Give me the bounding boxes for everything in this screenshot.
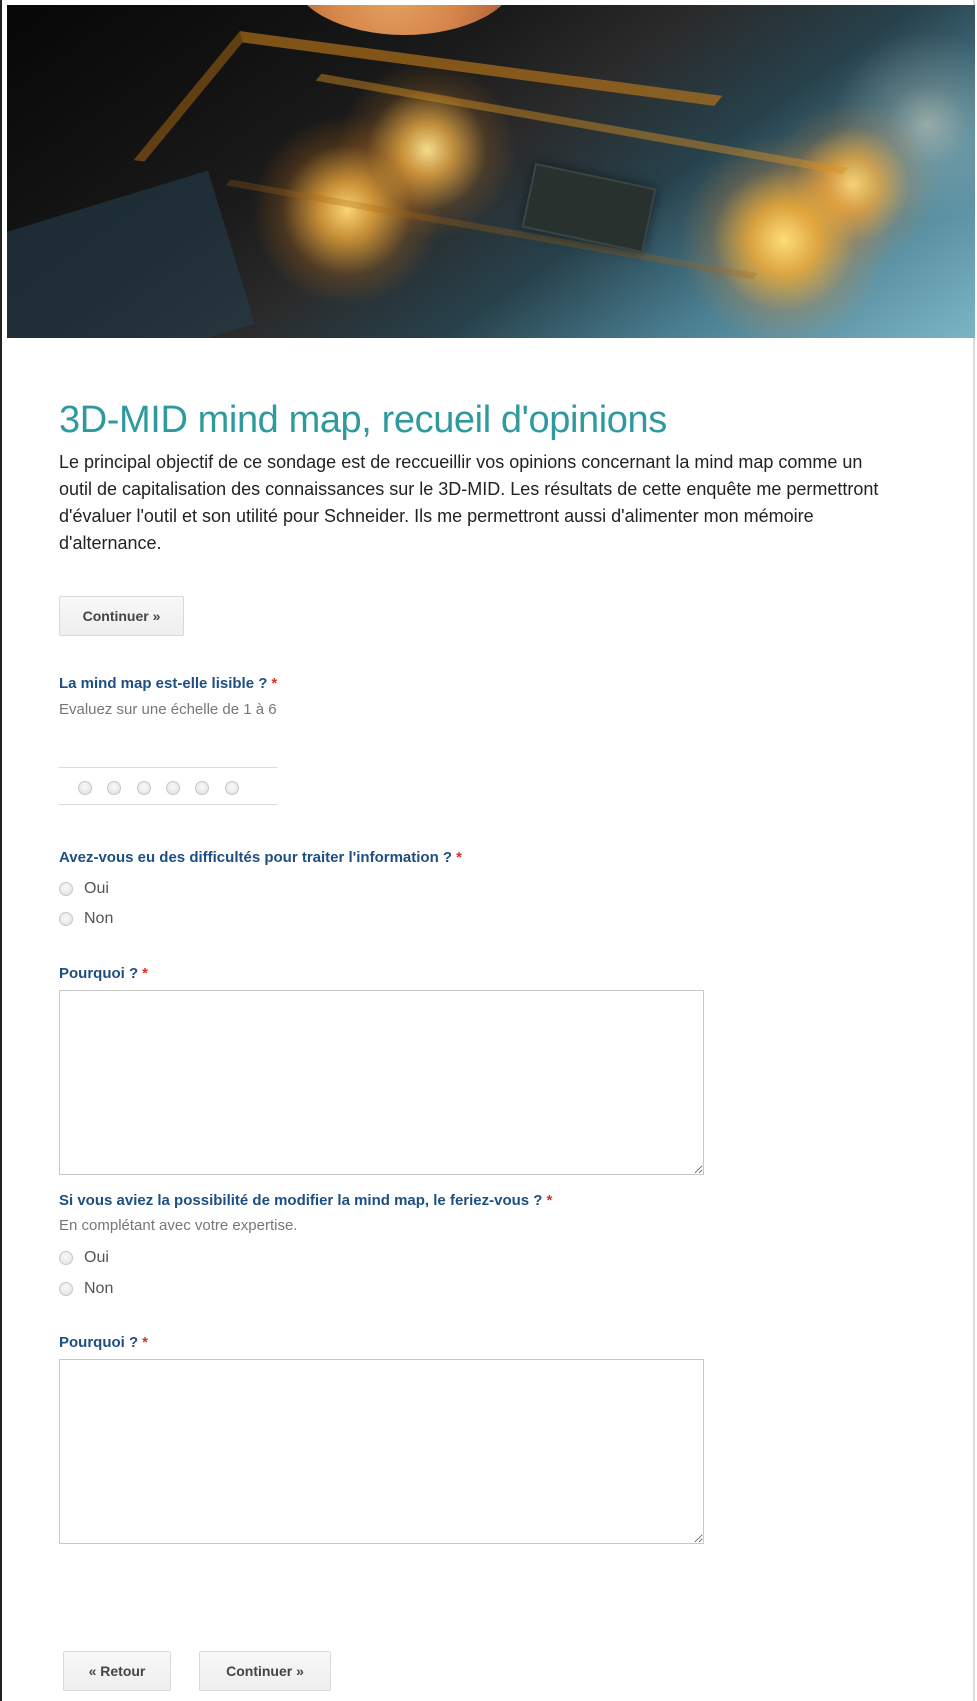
question-modify-title: Si vous aviez la possibilité de modifier… — [59, 1192, 552, 1210]
header-banner-image — [7, 5, 975, 338]
banner-finger — [292, 5, 517, 35]
readability-rating-5-radio[interactable] — [195, 781, 209, 795]
modify-non-radio[interactable] — [59, 1282, 73, 1296]
question-readability-help: Evaluez sur une échelle de 1 à 6 — [59, 701, 277, 718]
readability-rating-1-radio[interactable] — [78, 781, 92, 795]
required-marker: * — [271, 675, 278, 692]
question-readability-label: La mind map est-elle lisible ? — [59, 675, 268, 692]
survey-introduction: Le principal objectif de ce sondage est … — [59, 452, 879, 553]
required-marker: * — [142, 1334, 148, 1351]
why-difficulties-textarea[interactable] — [59, 990, 704, 1175]
difficulties-non-label[interactable]: Non — [84, 910, 113, 928]
continue-button-bottom[interactable]: Continuer » — [199, 1651, 331, 1691]
required-marker: * — [142, 965, 148, 982]
question-why-modify-title: Pourquoi ? * — [59, 1334, 148, 1352]
question-why-difficulties-label: Pourquoi ? — [59, 965, 139, 982]
modify-oui-radio[interactable] — [59, 1251, 73, 1265]
difficulties-non-radio[interactable] — [59, 912, 73, 926]
modify-non-label[interactable]: Non — [84, 1280, 113, 1298]
difficulties-oui-label[interactable]: Oui — [84, 880, 109, 898]
readability-rating-6-radio[interactable] — [225, 781, 239, 795]
readability-rating-4-radio[interactable] — [166, 781, 180, 795]
question-readability-title: La mind map est-elle lisible ? * — [59, 675, 277, 693]
scale-top-divider — [59, 767, 278, 768]
readability-rating-3-radio[interactable] — [137, 781, 151, 795]
question-why-modify-label: Pourquoi ? — [59, 1334, 139, 1351]
question-modify-help: En complétant avec votre expertise. — [59, 1217, 298, 1234]
question-modify-label: Si vous aviez la possibilité de modifier… — [59, 1192, 543, 1209]
why-modify-textarea[interactable] — [59, 1359, 704, 1544]
readability-rating-2-radio[interactable] — [107, 781, 121, 795]
required-marker: * — [546, 1192, 553, 1209]
question-why-difficulties-title: Pourquoi ? * — [59, 965, 148, 983]
required-marker: * — [456, 849, 462, 866]
continue-button-top[interactable]: Continuer » — [59, 596, 184, 636]
modify-oui-label[interactable]: Oui — [84, 1249, 109, 1267]
question-difficulties-title: Avez-vous eu des difficultés pour traite… — [59, 849, 462, 867]
scale-bottom-divider — [59, 804, 278, 805]
back-button[interactable]: « Retour — [63, 1651, 171, 1691]
question-difficulties-label: Avez-vous eu des difficultés pour traite… — [59, 849, 453, 866]
survey-title: 3D-MID mind map, recueil d'opinions — [59, 399, 667, 441]
difficulties-oui-radio[interactable] — [59, 882, 73, 896]
banner-shadow-area — [7, 170, 255, 338]
